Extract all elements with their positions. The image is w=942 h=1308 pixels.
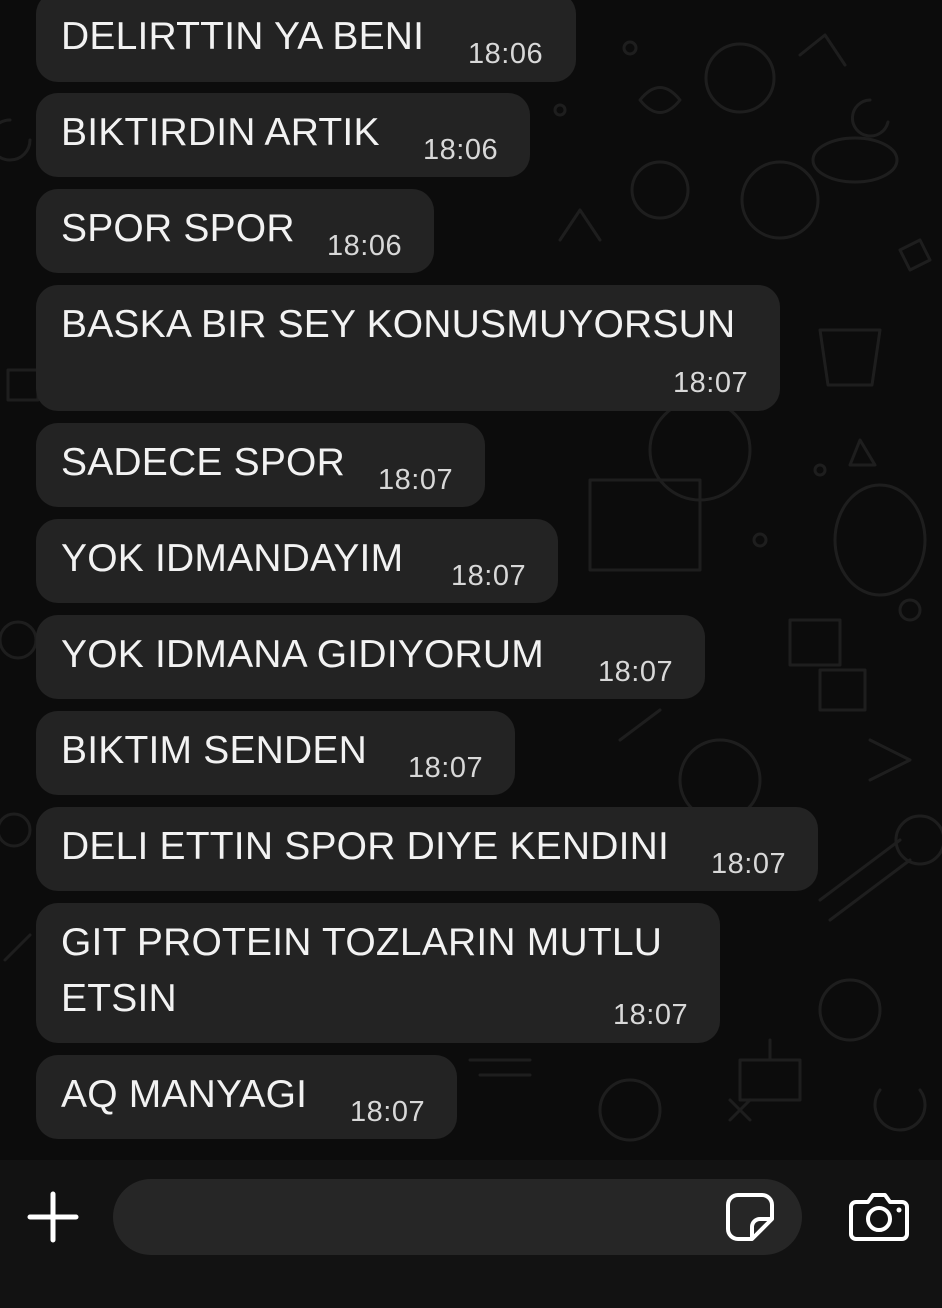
message-bubble[interactable]: YOK IDMANA GIDIYORUM 18:07 <box>36 615 705 699</box>
message-text: YOK IDMANA GIDIYORUM <box>61 633 544 676</box>
message-text: SADECE SPOR <box>61 441 345 484</box>
message-bubble[interactable]: YOK IDMANDAYIM 18:07 <box>36 519 558 603</box>
message-text-line-2: ETSIN <box>61 977 177 1020</box>
message-text: YOK IDMANDAYIM <box>61 537 404 580</box>
message-text: BASKA BIR SEY KONUSMUYORSUN <box>61 303 736 346</box>
message-bubble[interactable]: GIT PROTEIN TOZLARIN MUTLU ETSIN 18:07 <box>36 903 720 1043</box>
plus-icon[interactable] <box>26 1190 80 1244</box>
message-text: AQ MANYAGI <box>61 1073 308 1116</box>
message-time: 18:06 <box>468 38 544 70</box>
message-text: BIKTIM SENDEN <box>61 729 367 772</box>
message-text: DELI ETTIN SPOR DIYE KENDINI <box>61 825 670 868</box>
message-time: 18:07 <box>350 1096 426 1128</box>
message-bubble[interactable]: DELIRTTIN YA BENI 18:06 <box>36 0 576 82</box>
message-text: DELIRTTIN YA BENI <box>61 15 425 58</box>
message-time: 18:07 <box>673 367 749 399</box>
message-list[interactable]: DELIRTTIN YA BENI 18:06 BIKTIRDIN ARTIK … <box>0 0 942 1160</box>
message-bubble[interactable]: BIKTIRDIN ARTIK 18:06 <box>36 93 530 177</box>
message-time: 18:07 <box>378 464 454 496</box>
message-bubble[interactable]: AQ MANYAGI 18:07 <box>36 1055 457 1139</box>
message-text: SPOR SPOR <box>61 207 295 250</box>
message-text: BIKTIRDIN ARTIK <box>61 111 380 154</box>
message-input[interactable] <box>113 1179 802 1255</box>
message-time: 18:07 <box>613 999 689 1031</box>
message-bubble[interactable]: SPOR SPOR 18:06 <box>36 189 434 273</box>
message-time: 18:06 <box>327 230 403 262</box>
camera-icon[interactable] <box>848 1190 910 1242</box>
composer-bar <box>0 1160 942 1308</box>
message-time: 18:07 <box>711 848 787 880</box>
message-time: 18:07 <box>598 656 674 688</box>
message-bubble[interactable]: BIKTIM SENDEN 18:07 <box>36 711 515 795</box>
message-bubble[interactable]: SADECE SPOR 18:07 <box>36 423 485 507</box>
message-time: 18:07 <box>408 752 484 784</box>
message-time: 18:06 <box>423 134 499 166</box>
message-bubble[interactable]: BASKA BIR SEY KONUSMUYORSUN 18:07 <box>36 285 780 411</box>
message-bubble[interactable]: DELI ETTIN SPOR DIYE KENDINI 18:07 <box>36 807 818 891</box>
message-text: GIT PROTEIN TOZLARIN MUTLU <box>61 921 663 964</box>
chat-screen: DELIRTTIN YA BENI 18:06 BIKTIRDIN ARTIK … <box>0 0 942 1308</box>
sticker-icon[interactable] <box>724 1191 776 1243</box>
message-time: 18:07 <box>451 560 527 592</box>
